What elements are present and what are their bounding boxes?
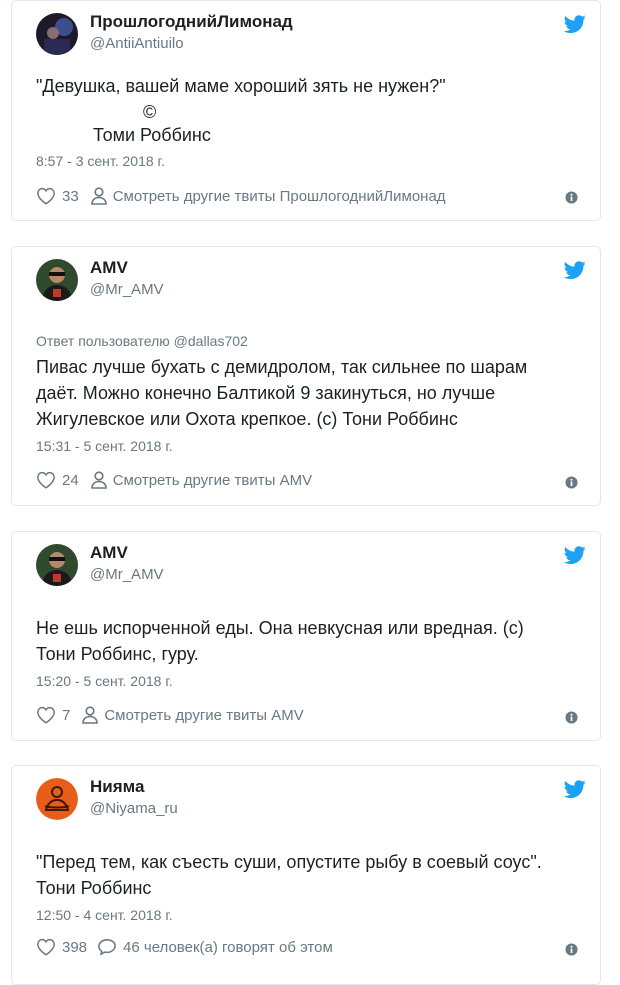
tweet-actions: 7 Смотреть другие твиты AMV <box>36 704 576 726</box>
tweet-timestamp[interactable]: 12:50 - 4 сент. 2018 г. <box>36 907 173 923</box>
twitter-bird-icon[interactable] <box>564 13 586 35</box>
tweet-text: "Девушка, вашей маме хороший зять не нуж… <box>36 76 446 96</box>
reply-to-label[interactable]: Ответ пользователю @dallas702 <box>36 333 248 349</box>
avatar[interactable] <box>36 778 78 820</box>
person-icon <box>82 706 99 724</box>
twitter-bird-icon[interactable] <box>564 544 586 566</box>
twitter-bird-icon[interactable] <box>564 259 586 281</box>
avatar[interactable] <box>36 259 78 301</box>
info-icon[interactable] <box>565 476 578 489</box>
user-name[interactable]: AMV <box>90 543 128 563</box>
like-button[interactable]: 398 <box>36 938 87 956</box>
user-name[interactable]: AMV <box>90 258 128 278</box>
user-handle[interactable]: @Niyama_ru <box>90 800 178 817</box>
more-tweets-label: Смотреть другие твиты AMV <box>104 706 304 724</box>
info-icon[interactable] <box>565 711 578 724</box>
twitter-bird-icon[interactable] <box>564 778 586 800</box>
more-tweets-link[interactable]: Смотреть другие твиты ПрошлогоднийЛимона… <box>90 187 446 205</box>
tweet-timestamp[interactable]: 15:31 - 5 сент. 2018 г. <box>36 438 173 454</box>
info-icon[interactable] <box>565 191 578 204</box>
user-name[interactable]: Нияма <box>90 777 144 797</box>
person-icon <box>90 471 107 489</box>
like-button[interactable]: 33 <box>36 187 79 205</box>
signature-name: Томи Роббинс <box>93 125 211 145</box>
tweet-timestamp[interactable]: 15:20 - 5 сент. 2018 г. <box>36 673 173 689</box>
like-count: 7 <box>62 706 71 724</box>
tweet-text: "Перед тем, как съесть суши, опустите ры… <box>36 852 542 898</box>
like-button[interactable]: 7 <box>36 706 70 724</box>
person-icon <box>90 187 107 205</box>
tweet-card: AMV @Mr_AMV Ответ пользователю @dallas70… <box>11 246 601 506</box>
heart-icon <box>37 187 55 205</box>
tweet-timestamp[interactable]: 8:57 - 3 сент. 2018 г. <box>36 153 165 169</box>
tweet-text: Пивас лучше бухать с демидролом, так сил… <box>36 357 528 429</box>
like-count: 24 <box>62 471 79 489</box>
avatar[interactable] <box>36 544 78 586</box>
tweet-actions: 398 46 человек(а) говорят об этом <box>36 936 576 958</box>
heart-icon <box>37 706 55 724</box>
user-name[interactable]: ПрошлогоднийЛимонад <box>90 12 293 32</box>
info-icon[interactable] <box>565 943 578 956</box>
more-tweets-link[interactable]: Смотреть другие твиты AMV <box>82 706 304 724</box>
tweet-card: AMV @Mr_AMV Не ешь испорченной еды. Она … <box>11 531 601 741</box>
like-count: 33 <box>62 187 79 205</box>
more-tweets-label: Смотреть другие твиты AMV <box>112 471 313 489</box>
avatar[interactable] <box>36 13 78 55</box>
user-handle[interactable]: @Mr_AMV <box>90 281 164 298</box>
comments-label: 46 человек(а) говорят об этом <box>123 938 333 956</box>
like-button[interactable]: 24 <box>36 471 79 489</box>
tweet-text: Не ешь испорченной еды. Она невкусная ил… <box>36 618 524 664</box>
more-tweets-label: Смотреть другие твиты ПрошлогоднийЛимона… <box>112 187 446 205</box>
speech-bubble-icon <box>98 939 116 956</box>
tweet-actions: 33 Смотреть другие твиты ПрошлогоднийЛим… <box>36 185 576 207</box>
heart-icon <box>37 938 55 956</box>
comments-link[interactable]: 46 человек(а) говорят об этом <box>97 938 333 956</box>
tweet-card: Нияма @Niyama_ru "Перед тем, как съесть … <box>11 765 601 985</box>
like-count: 398 <box>62 938 88 956</box>
heart-icon <box>37 471 55 489</box>
tweet-actions: 24 Смотреть другие твиты AMV <box>36 469 576 491</box>
user-handle[interactable]: @AntiiAntiuilo <box>90 35 184 52</box>
user-handle[interactable]: @Mr_AMV <box>90 566 164 583</box>
more-tweets-link[interactable]: Смотреть другие твиты AMV <box>90 471 313 489</box>
tweet-card: ПрошлогоднийЛимонад @AntiiAntiuilo "Деву… <box>11 0 601 221</box>
